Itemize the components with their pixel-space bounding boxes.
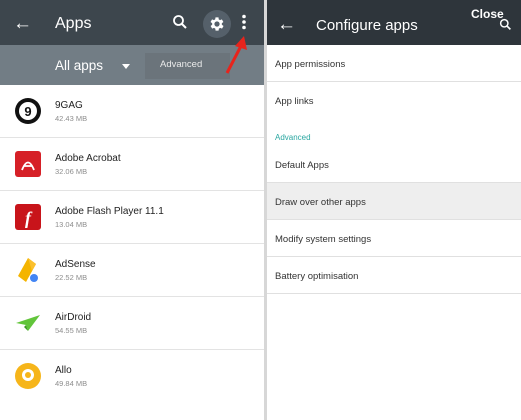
menu-item-battery-optimisation[interactable]: Battery optimisation xyxy=(267,257,521,294)
list-item[interactable]: AdSense 22.52 MB xyxy=(0,244,264,297)
more-options-icon[interactable] xyxy=(241,14,247,35)
menu-item-default-apps[interactable]: Default Apps xyxy=(267,146,521,183)
app-size: 32.06 MB xyxy=(55,167,88,176)
configure-apps-panel: ← Configure apps Close App permissions A… xyxy=(267,0,521,420)
list-item[interactable]: Allo 49.84 MB xyxy=(0,350,264,403)
app-size: 49.84 MB xyxy=(55,379,88,388)
back-arrow-icon[interactable]: ← xyxy=(277,15,296,34)
adobe-acrobat-icon xyxy=(15,151,41,177)
advanced-tooltip[interactable]: Advanced xyxy=(145,53,230,79)
list-item[interactable]: f Adobe Flash Player 11.1 13.04 MB xyxy=(0,191,264,244)
menu-item-app-permissions[interactable]: App permissions xyxy=(267,45,521,82)
menu-item-modify-system-settings[interactable]: Modify system settings xyxy=(267,220,521,257)
9gag-icon: 9 xyxy=(15,98,41,124)
menu-item-app-links[interactable]: App links xyxy=(267,82,521,119)
list-item[interactable]: AirDroid 54.55 MB xyxy=(0,297,264,350)
allo-icon xyxy=(15,363,41,389)
back-arrow-icon[interactable]: ← xyxy=(13,14,32,33)
menu-item-label: App links xyxy=(275,96,314,107)
app-list: 9 9GAG 42.43 MB Adobe Acrobat 32.06 MB f… xyxy=(0,85,264,403)
search-icon[interactable] xyxy=(499,18,512,36)
section-label: Advanced xyxy=(275,133,311,142)
page-title: Apps xyxy=(55,15,92,32)
menu-item-label: App permissions xyxy=(275,59,346,70)
app-size: 22.52 MB xyxy=(55,273,88,282)
menu-item-label: Default Apps xyxy=(275,160,329,171)
app-name: Adobe Flash Player 11.1 xyxy=(55,206,164,217)
menu-item-label: Battery optimisation xyxy=(275,271,359,282)
gear-icon xyxy=(210,17,224,31)
app-filter-dropdown[interactable]: All apps xyxy=(55,58,103,73)
apps-panel: ← Apps All apps Advanced 9 9GAG 42.43 MB… xyxy=(0,0,264,420)
configure-app-bar: ← Configure apps Close xyxy=(267,0,521,45)
svg-text:9: 9 xyxy=(24,104,31,119)
page-title: Configure apps xyxy=(316,17,418,34)
chevron-down-icon[interactable] xyxy=(122,64,130,69)
app-name: Adobe Acrobat xyxy=(55,153,121,164)
red-arrow-annotation-icon xyxy=(225,36,247,74)
configure-menu: App permissions App links Advanced Defau… xyxy=(267,45,521,294)
list-item[interactable]: 9 9GAG 42.43 MB xyxy=(0,85,264,138)
app-size: 42.43 MB xyxy=(55,114,88,123)
app-size: 13.04 MB xyxy=(55,220,88,229)
section-header-advanced: Advanced xyxy=(267,119,521,146)
app-name: AdSense xyxy=(55,259,96,270)
app-name: Allo xyxy=(55,365,72,376)
app-size: 54.55 MB xyxy=(55,326,88,335)
adobe-flash-icon: f xyxy=(15,204,41,230)
menu-item-label: Modify system settings xyxy=(275,234,372,245)
app-name: AirDroid xyxy=(55,312,92,323)
adsense-icon xyxy=(18,258,38,282)
list-item[interactable]: Adobe Acrobat 32.06 MB xyxy=(0,138,264,191)
app-name: 9GAG xyxy=(55,100,83,111)
airdroid-icon xyxy=(16,315,40,331)
search-icon[interactable] xyxy=(172,14,188,35)
menu-item-label: Draw over other apps xyxy=(275,197,366,208)
menu-item-draw-over-other-apps[interactable]: Draw over other apps xyxy=(267,183,521,220)
